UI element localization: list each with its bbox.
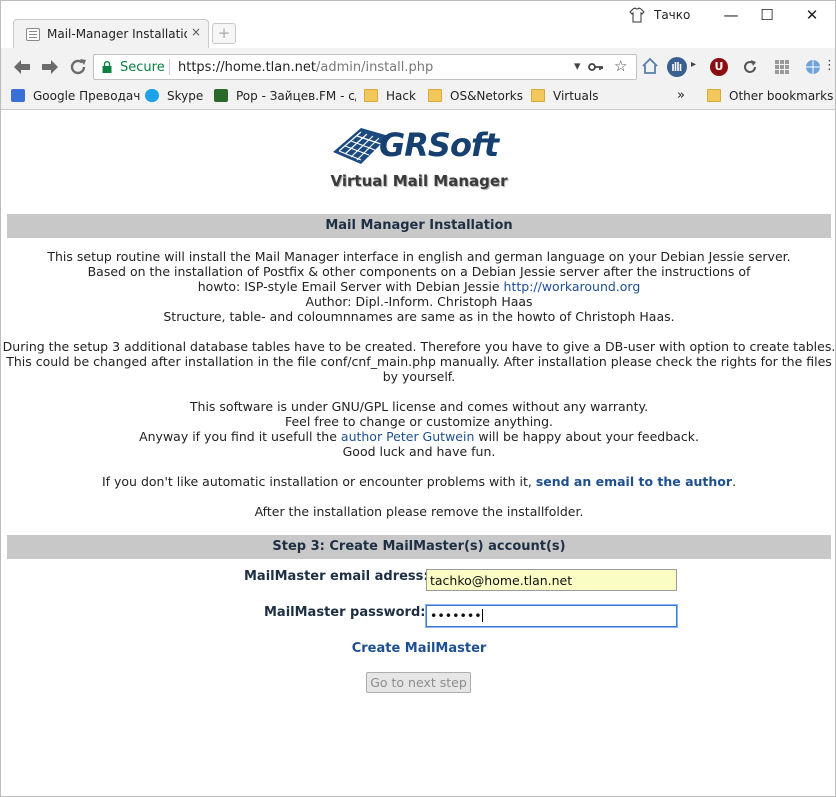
home-icon[interactable] [641, 57, 659, 75]
bookmark-google-translate[interactable]: Google Преводач [11, 89, 140, 107]
howto-text: howto: ISP-style Email Server with Debia… [197, 279, 504, 294]
problems-text: . [732, 474, 737, 489]
intro-line: This setup routine will install the Mail… [47, 249, 791, 264]
sync-icon[interactable] [741, 58, 759, 76]
back-arrow-icon[interactable] [11, 56, 33, 78]
intro-line: Based on the installation of Postfix & o… [87, 264, 751, 279]
password-mask: ••••••• [430, 608, 482, 623]
setup-line: This could be changed after installation… [6, 354, 832, 369]
workaround-link[interactable]: http://workaround.org [504, 279, 641, 294]
section-header-installation: Mail Manager Installation [7, 214, 831, 238]
bookmark-label: OS&Netorks [450, 89, 523, 103]
password-label: MailMaster password: [264, 605, 426, 620]
star-icon[interactable]: ☆ [614, 57, 627, 75]
bookmarks-bar: Google Преводач Skype Pop - Зайцев.FM - … [0, 86, 836, 110]
bookmark-label: Hack [386, 89, 416, 103]
folder-icon [531, 89, 545, 102]
setup-paragraph: During the setup 3 additional database t… [1, 339, 836, 384]
url-text: https://home.tlan.net/admin/install.php [178, 60, 433, 75]
author-link[interactable]: author Peter Gutwein [341, 429, 474, 444]
folder-icon [364, 89, 378, 102]
maximize-button[interactable]: ☐ [751, 4, 783, 26]
intro-paragraph: This setup routine will install the Mail… [1, 249, 836, 324]
browser-toolbar: Secure https://home.tlan.net/admin/insta… [0, 48, 836, 86]
key-icon[interactable] [588, 61, 604, 73]
problems-paragraph: If you don't like automatic installation… [1, 474, 836, 489]
profile-icon[interactable] [629, 7, 645, 23]
app-subtitle: Virtual Mail Manager [330, 172, 508, 190]
email-field[interactable] [426, 569, 677, 591]
url-host: https://home.tlan.net [178, 60, 316, 75]
remove-folder-note: After the installation please remove the… [254, 504, 584, 519]
url-path: /admin/install.php [315, 60, 434, 75]
bookmark-label: Virtuals [553, 89, 599, 103]
next-step-button[interactable]: Go to next step [366, 672, 471, 693]
reload-icon[interactable] [67, 56, 89, 78]
google-translate-icon [11, 89, 25, 102]
intro-line-howto: howto: ISP-style Email Server with Debia… [1, 279, 836, 294]
address-bar[interactable]: Secure https://home.tlan.net/admin/insta… [93, 54, 637, 80]
extension-menu-arrow-icon[interactable]: ▸ [691, 59, 696, 70]
text-cursor [481, 609, 483, 622]
setup-line: During the setup 3 additional database t… [2, 339, 836, 354]
secure-label: Secure [120, 60, 165, 75]
dropdown-arrow-icon[interactable]: ▾ [574, 59, 581, 74]
bookmark-label: Skype [167, 89, 204, 103]
bookmark-label: Other bookmarks [729, 89, 834, 103]
bookmark-folder-virtuals[interactable]: Virtuals [531, 89, 598, 107]
license-line-author: Anyway if you find it usefull the author… [1, 429, 836, 444]
license-text: will be happy about your feedback. [474, 429, 699, 444]
globe-extension-icon[interactable] [804, 58, 822, 76]
license-line: This software is under GNU/GPL license a… [189, 399, 649, 414]
bookmark-label: Google Преводач [33, 89, 141, 103]
section-header-step3: Step 3: Create MailMaster(s) account(s) [7, 535, 831, 559]
minimize-button[interactable]: — [715, 4, 747, 26]
intro-line: Structure, table- and coloumnnames are s… [163, 309, 675, 324]
license-text: Anyway if you find it usefull the [139, 429, 341, 444]
omnibox-divider [169, 59, 170, 75]
folder-icon [428, 89, 442, 102]
bookmark-folder-hack[interactable]: Hack [364, 89, 416, 107]
close-window-button[interactable]: ✕ [796, 4, 828, 26]
bookmark-skype[interactable]: Skype [145, 89, 203, 107]
stop-hand-icon[interactable] [666, 56, 688, 78]
email-label: MailMaster email adress: [244, 569, 429, 584]
forward-arrow-icon[interactable] [39, 56, 61, 78]
bookmarks-overflow-icon[interactable]: » [677, 88, 685, 106]
license-paragraph: This software is under GNU/GPL license a… [1, 399, 836, 459]
window-titlebar: Mail-Manager Installation × + Тачко — ☐ … [0, 0, 836, 49]
setup-line: by yourself. [382, 369, 456, 384]
page-content: GRSoft Virtual Mail Manager Mail Manager… [0, 110, 836, 797]
new-tab-button[interactable]: + [212, 23, 236, 44]
page-icon [26, 28, 40, 41]
other-bookmarks-folder[interactable]: Other bookmarks [707, 89, 833, 107]
bookmark-label: Pop - Зайцев.FM - с/ [236, 89, 356, 103]
problems-line: If you don't like automatic installation… [1, 474, 836, 489]
logo-text: GRSoft [379, 126, 499, 164]
license-line: Feel free to change or customize anythin… [284, 414, 554, 429]
intro-line: Author: Dipl.-Inform. Christoph Haas [305, 294, 533, 309]
menu-dots-icon[interactable]: ⋮ [823, 58, 836, 73]
browser-tab[interactable]: Mail-Manager Installation × [13, 19, 209, 49]
problems-text: If you don't like automatic installation… [101, 474, 536, 489]
profile-name[interactable]: Тачко [654, 8, 690, 22]
bookmark-pop-zaitsev[interactable]: Pop - Зайцев.FM - с/ [214, 89, 356, 107]
tab-close-icon[interactable]: × [191, 25, 201, 39]
grsoft-logo: GRSoft [331, 118, 503, 170]
password-field[interactable]: ••••••• [426, 605, 677, 627]
email-author-link[interactable]: send an email to the author [536, 474, 732, 489]
ublock-icon[interactable]: U [710, 58, 728, 76]
license-line: Good luck and have fun. [342, 444, 496, 459]
skype-icon [145, 89, 159, 102]
create-mailmaster-button[interactable]: Create MailMaster [352, 641, 487, 656]
lock-icon [102, 61, 112, 73]
tab-title: Mail-Manager Installation [47, 27, 187, 41]
equalizer-icon [214, 89, 228, 102]
create-mailmaster-link: Create MailMaster [1, 641, 836, 656]
folder-icon [707, 89, 721, 102]
apps-grid-icon[interactable] [773, 58, 791, 76]
bookmark-folder-os-networks[interactable]: OS&Netorks [428, 89, 523, 107]
